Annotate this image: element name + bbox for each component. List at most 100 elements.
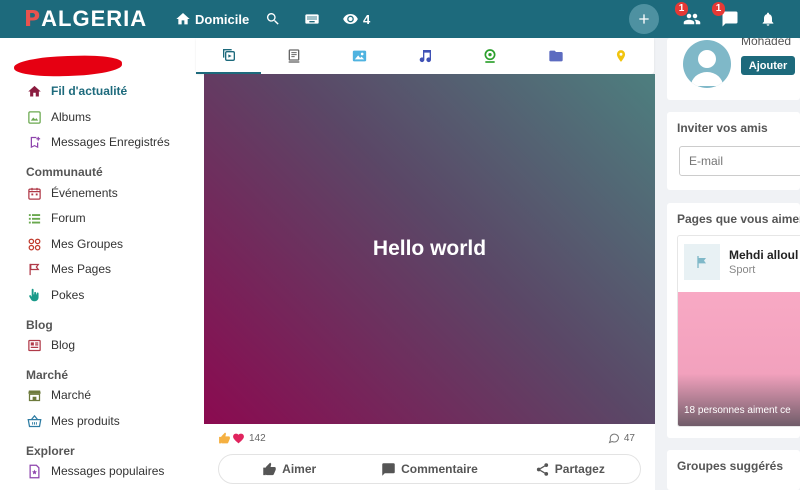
comment-label: Commentaire <box>401 462 478 476</box>
share-icon <box>536 462 548 476</box>
sidebar-section-blog: Blog <box>26 318 53 332</box>
reaction-summary[interactable]: 142 <box>218 432 266 445</box>
keyboard-button[interactable] <box>303 0 321 38</box>
eye-icon <box>343 14 358 24</box>
groups-icon <box>26 236 42 252</box>
search-icon <box>266 13 279 25</box>
flag-icon <box>697 256 706 268</box>
sidebar-item-pokes[interactable]: Pokes <box>26 285 84 305</box>
popular-document-icon <box>26 463 42 479</box>
invite-title: Inviter vos amis <box>677 121 768 135</box>
sidebar-item-news-feed[interactable]: Fil d'actualité <box>26 81 127 101</box>
tab-publish[interactable] <box>196 38 262 74</box>
sidebar-item-label: Mes produits <box>51 414 120 428</box>
sidebar-item-label: Pokes <box>51 288 85 302</box>
comment-button[interactable]: Commentaire <box>359 455 499 483</box>
home-label: Domicile <box>195 11 250 27</box>
text-icon <box>288 49 300 63</box>
sidebar-section-explore: Explorer <box>26 444 75 458</box>
comment-count: 47 <box>623 432 635 444</box>
location-icon <box>617 50 626 62</box>
page-likes-text: 18 personnes aiment ce <box>684 405 791 416</box>
search-button[interactable] <box>265 0 281 38</box>
keyboard-icon <box>305 14 319 24</box>
share-button[interactable]: Partagez <box>500 455 640 483</box>
tab-photo[interactable] <box>327 38 392 74</box>
notifications-button[interactable] <box>760 0 776 38</box>
page-thumbnail <box>684 244 720 280</box>
album-icon <box>26 109 42 125</box>
redacted-username <box>13 54 123 78</box>
publish-icon <box>222 49 235 61</box>
photo-icon <box>352 50 367 62</box>
sidebar-section-community: Communauté <box>26 165 103 179</box>
tab-folder[interactable] <box>523 38 588 74</box>
reaction-count: 142 <box>249 433 266 444</box>
sidebar-item-label: Forum <box>51 211 86 225</box>
feed-post: Hello world 142 47 Aimer Commentaire Par… <box>204 74 655 490</box>
messages-badge: 1 <box>712 2 725 16</box>
like-button[interactable]: Aimer <box>219 455 359 483</box>
sidebar-item-forum[interactable]: Forum <box>26 208 86 228</box>
sidebar-item-label: Messages populaires <box>51 464 165 478</box>
thumbs-up-icon <box>263 462 276 475</box>
site-logo[interactable]: 𝗣 ALGERIA <box>24 6 147 32</box>
music-icon <box>419 50 431 63</box>
page-category: Sport <box>729 264 756 276</box>
like-label: Aimer <box>282 462 317 476</box>
friends-badge: 1 <box>675 2 688 16</box>
avatar[interactable] <box>683 40 731 88</box>
comment-summary[interactable]: 47 <box>608 432 635 444</box>
sidebar-item-market[interactable]: Marché <box>26 385 91 405</box>
sidebar-item-label: Blog <box>51 338 76 352</box>
page-name[interactable]: Mehdi alloul <box>729 248 798 262</box>
sidebar-item-popular-posts[interactable]: Messages populaires <box>26 461 164 481</box>
sidebar-item-events[interactable]: Événements <box>26 183 118 203</box>
invite-card: Inviter vos amis <box>667 112 800 190</box>
page-suggestion[interactable]: Mehdi alloul Sport 18 personnes aiment c… <box>677 235 800 427</box>
sidebar-item-label: Fil d'actualité <box>51 84 128 98</box>
sidebar-item-my-groups[interactable]: Mes Groupes <box>26 234 123 254</box>
tab-video[interactable] <box>458 38 523 74</box>
post-actions: Aimer Commentaire Partagez <box>218 454 641 484</box>
email-field[interactable] <box>679 146 800 176</box>
bell-icon <box>762 12 774 26</box>
calendar-icon <box>26 185 42 201</box>
tab-text[interactable] <box>261 38 326 74</box>
sidebar-item-albums[interactable]: Albums <box>26 107 91 127</box>
sidebar-item-label: Mes Pages <box>51 262 112 276</box>
sidebar-item-blog[interactable]: Blog <box>26 335 75 355</box>
composer-tabs <box>196 38 654 74</box>
sidebar-section-market: Marché <box>26 368 69 382</box>
add-friend-button[interactable]: Ajouter <box>741 56 795 75</box>
profile-name: Mohaded <box>741 38 792 48</box>
suggested-pages-card: Pages que vous aimerez Mehdi alloul Spor… <box>667 203 800 438</box>
page-cover-image: 18 personnes aiment ce <box>678 292 800 426</box>
comment-bubble-icon <box>608 433 619 444</box>
home-link[interactable]: Domicile <box>175 0 249 38</box>
thumbs-up-icon <box>219 432 230 444</box>
suggested-groups-title: Groupes suggérés <box>677 459 784 473</box>
create-button[interactable] <box>629 4 659 34</box>
user-silhouette-icon <box>691 50 723 86</box>
top-navbar: 𝗣 ALGERIA Domicile 4 1 1 <box>0 0 800 38</box>
views-counter[interactable]: 4 <box>342 0 370 38</box>
bookmark-icon <box>26 134 42 150</box>
store-icon <box>26 387 42 403</box>
sidebar-item-label: Albums <box>51 110 92 124</box>
suggested-pages-title: Pages que vous aimerez <box>677 212 800 226</box>
sidebar-item-my-products[interactable]: Mes produits <box>26 411 120 431</box>
tab-music[interactable] <box>392 38 457 74</box>
sidebar-item-saved-posts[interactable]: Messages Enregistrés <box>26 132 170 152</box>
folder-icon <box>549 50 563 62</box>
tab-location[interactable] <box>589 38 654 74</box>
comment-icon <box>382 462 395 476</box>
logo-mark-icon: 𝗣 <box>24 6 42 31</box>
poke-hand-icon <box>26 287 42 303</box>
profile-card: Mohaded Ajouter <box>667 38 800 100</box>
newspaper-icon <box>26 337 42 353</box>
sidebar-item-my-pages[interactable]: Mes Pages <box>26 259 111 279</box>
post-colored-background: Hello world <box>204 74 655 424</box>
left-sidebar: Fil d'actualité Albums Messages Enregist… <box>0 38 204 490</box>
sidebar-item-label: Messages Enregistrés <box>51 135 170 149</box>
